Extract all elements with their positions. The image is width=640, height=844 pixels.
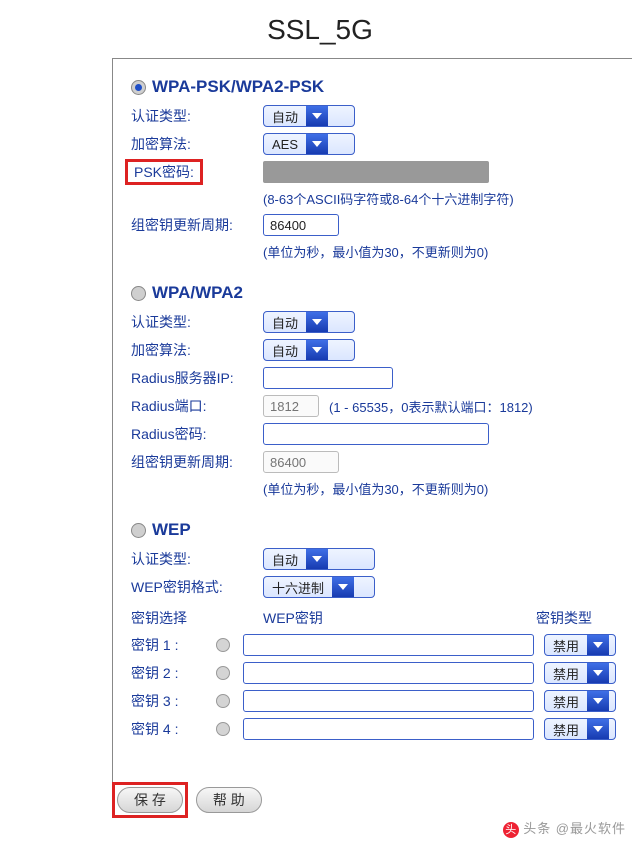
chevron-down-icon [332, 577, 354, 597]
section-wpapsk: WPA-PSK/WPA2-PSK 认证类型: 自动 加密算法: AES PSK密… [131, 77, 616, 261]
label-auth2: 认证类型: [131, 312, 263, 332]
label-key3: 密钥 3 : [131, 691, 203, 711]
label-auth: 认证类型: [131, 106, 263, 126]
select-key4-type[interactable]: 禁用 [544, 718, 616, 740]
chevron-down-icon [587, 691, 609, 711]
chevron-down-icon [587, 635, 609, 655]
radio-wep[interactable] [131, 523, 146, 538]
section-wep: WEP 认证类型: 自动 WEP密钥格式: 十六进制 密钥选择 WEP密钥 密钥… [131, 520, 616, 740]
chevron-down-icon [306, 106, 328, 126]
input-psk[interactable] [263, 161, 489, 183]
hint-rekey: (单位为秒，最小值为30，不更新则为0) [263, 242, 488, 261]
label-radius-port: Radius端口: [131, 396, 263, 416]
label-auth3: 认证类型: [131, 549, 263, 569]
credit-text: 头头条 @最火软件 [503, 818, 626, 838]
radio-key2[interactable] [216, 666, 230, 680]
col-key-type: 密钥类型 [536, 608, 616, 628]
chevron-down-icon [306, 134, 328, 154]
label-key2: 密钥 2 : [131, 663, 203, 683]
input-key3[interactable] [243, 690, 534, 712]
heading-wep: WEP [152, 520, 191, 540]
input-radius-ip[interactable] [263, 367, 393, 389]
wep-key-row: 密钥 1 : 禁用 [131, 634, 616, 656]
hint-psk: (8-63个ASCII码字符或8-64个十六进制字符) [263, 189, 514, 208]
select-auth-wep[interactable]: 自动 [263, 548, 375, 570]
credit-icon: 头 [503, 822, 519, 838]
select-algo-wpa[interactable]: 自动 [263, 339, 355, 361]
page-title: SSL_5G [0, 0, 640, 56]
input-key2[interactable] [243, 662, 534, 684]
label-wepfmt: WEP密钥格式: [131, 577, 263, 597]
heading-wpapsk: WPA-PSK/WPA2-PSK [152, 77, 324, 97]
radio-key3[interactable] [216, 694, 230, 708]
label-algo: 加密算法: [131, 134, 263, 154]
select-key2-type[interactable]: 禁用 [544, 662, 616, 684]
radio-key1[interactable] [216, 638, 230, 652]
heading-wpa: WPA/WPA2 [152, 283, 243, 303]
radio-key4[interactable] [216, 722, 230, 736]
select-auth-wpa[interactable]: 自动 [263, 311, 355, 333]
select-wepfmt[interactable]: 十六进制 [263, 576, 375, 598]
chevron-down-icon [306, 549, 328, 569]
select-auth-wpapsk[interactable]: 自动 [263, 105, 355, 127]
hint-port: (1 - 65535，0表示默认端口：1812) [329, 397, 533, 416]
label-radius-pwd: Radius密码: [131, 424, 263, 444]
section-wpa: WPA/WPA2 认证类型: 自动 加密算法: 自动 Radius服务器IP: … [131, 283, 616, 498]
label-radius-ip: Radius服务器IP: [131, 368, 263, 388]
settings-panel: WPA-PSK/WPA2-PSK 认证类型: 自动 加密算法: AES PSK密… [112, 58, 632, 798]
label-key1: 密钥 1 : [131, 635, 203, 655]
select-algo-wpapsk[interactable]: AES [263, 133, 355, 155]
input-key4[interactable] [243, 718, 534, 740]
col-key-select: 密钥选择 [131, 608, 263, 628]
input-key1[interactable] [243, 634, 534, 656]
input-rekey-wpapsk[interactable] [263, 214, 339, 236]
input-rekey-wpa[interactable] [263, 451, 339, 473]
help-button[interactable]: 帮 助 [196, 787, 262, 813]
chevron-down-icon [306, 340, 328, 360]
radio-wpa[interactable] [131, 286, 146, 301]
save-button[interactable]: 保 存 [117, 787, 183, 813]
label-psk: PSK密码: [131, 162, 263, 182]
radio-wpapsk[interactable] [131, 80, 146, 95]
label-rekey2: 组密钥更新周期: [131, 452, 263, 472]
hint-rekey2: (单位为秒，最小值为30，不更新则为0) [263, 479, 488, 498]
wep-key-row: 密钥 4 : 禁用 [131, 718, 616, 740]
wep-key-row: 密钥 3 : 禁用 [131, 690, 616, 712]
chevron-down-icon [587, 719, 609, 739]
col-wep-key: WEP密钥 [263, 608, 536, 628]
select-key3-type[interactable]: 禁用 [544, 690, 616, 712]
label-algo2: 加密算法: [131, 340, 263, 360]
input-radius-pwd[interactable] [263, 423, 489, 445]
input-radius-port[interactable] [263, 395, 319, 417]
select-key1-type[interactable]: 禁用 [544, 634, 616, 656]
label-key4: 密钥 4 : [131, 719, 203, 739]
button-bar: 保 存 帮 助 [112, 782, 262, 818]
chevron-down-icon [587, 663, 609, 683]
chevron-down-icon [306, 312, 328, 332]
wep-key-row: 密钥 2 : 禁用 [131, 662, 616, 684]
label-rekey: 组密钥更新周期: [131, 215, 263, 235]
